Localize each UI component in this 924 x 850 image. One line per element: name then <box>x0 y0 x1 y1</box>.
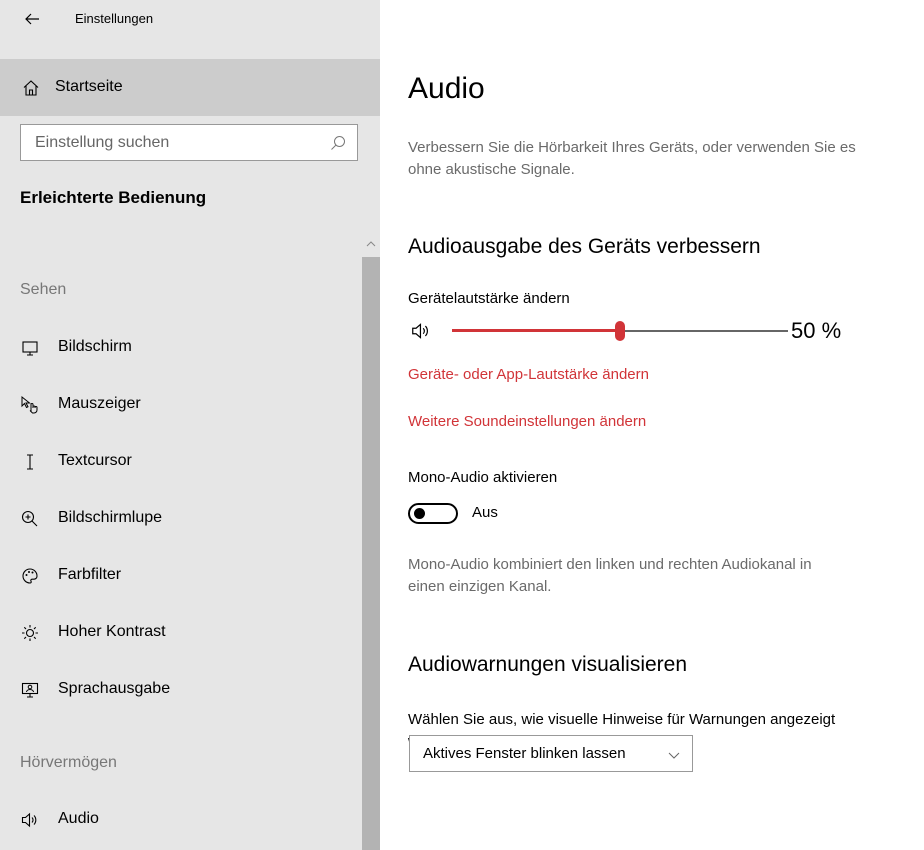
sidebar-item-label: Bildschirmlupe <box>58 509 163 526</box>
sidebar-item-label: Farbfilter <box>58 566 122 583</box>
mono-audio-note-line: Mono-Audio kombiniert den linken und rec… <box>408 556 812 573</box>
chevron-down-icon <box>668 749 680 761</box>
sidebar-item-mauszeiger[interactable]: Mauszeiger <box>0 383 360 427</box>
sidebar-scrollbar[interactable] <box>362 236 380 850</box>
sidebar-item-label: Bildschirm <box>58 338 132 355</box>
main-content: Audio Verbessern Sie die Hörbarkeit Ihre… <box>408 0 924 850</box>
speaker-icon <box>410 320 432 342</box>
sidebar-item-hoher-kontrast[interactable]: Hoher Kontrast <box>0 611 360 655</box>
mono-audio-note-line: einen einzigen Kanal. <box>408 578 552 595</box>
page-description-line: Verbessern Sie die Hörbarkeit Ihres Gerä… <box>408 139 856 156</box>
sidebar-item-home-label: Startseite <box>55 78 123 95</box>
group-label-hoervermoegen: Hörvermögen <box>20 754 117 771</box>
mono-audio-label: Mono-Audio aktivieren <box>408 469 558 486</box>
page-description: Verbessern Sie die Hörbarkeit Ihres Gerä… <box>408 137 924 181</box>
page-title: Audio <box>408 72 485 105</box>
dropdown-selected-value: Aktives Fenster blinken lassen <box>423 745 626 762</box>
mono-audio-state: Aus <box>472 504 498 521</box>
narrator-icon <box>20 680 40 700</box>
sidebar-item-bildschirm[interactable]: Bildschirm <box>0 326 360 370</box>
scroll-up-icon[interactable] <box>366 239 376 249</box>
text-cursor-icon <box>20 452 40 472</box>
sidebar-item-label: Mauszeiger <box>58 395 141 412</box>
magnifier-icon <box>20 509 40 529</box>
monitor-icon <box>20 338 40 358</box>
section-heading-audio-warnings: Audiowarnungen visualisieren <box>408 653 688 676</box>
sidebar-item-label: Sprachausgabe <box>58 680 171 697</box>
volume-slider[interactable] <box>452 321 788 341</box>
group-label-sehen: Sehen <box>20 281 67 298</box>
brightness-icon <box>20 623 40 643</box>
search-icon[interactable] <box>329 134 347 152</box>
sidebar-item-farbfilter[interactable]: Farbfilter <box>0 554 360 598</box>
sidebar-item-audio[interactable]: Audio <box>0 798 360 842</box>
search-input[interactable] <box>21 125 325 160</box>
sidebar-item-bildschirmlupe[interactable]: Bildschirmlupe <box>0 497 360 541</box>
page-description-line: ohne akustische Signale. <box>408 161 575 178</box>
mouse-pointer-icon <box>20 395 40 415</box>
sidebar-item-sprachausgabe[interactable]: Sprachausgabe <box>0 668 360 712</box>
scrollbar-thumb[interactable] <box>362 257 380 850</box>
toggle-knob <box>414 508 425 519</box>
volume-value: 50 % <box>791 318 842 343</box>
visual-alert-dropdown[interactable]: Aktives Fenster blinken lassen <box>409 735 693 772</box>
sidebar-item-label: Textcursor <box>58 452 132 469</box>
app-title: Einstellungen <box>75 11 154 26</box>
sidebar: Einstellungen Startseite Erleichterte Be… <box>0 0 380 850</box>
volume-label: Gerätelautstärke ändern <box>408 290 570 307</box>
sidebar-item-home[interactable]: Startseite <box>0 59 380 116</box>
home-icon <box>21 78 41 98</box>
mono-audio-toggle[interactable] <box>408 503 458 524</box>
section-heading-audio-output: Audioausgabe des Geräts verbessern <box>408 235 761 258</box>
sidebar-item-label: Audio <box>58 810 99 827</box>
sidebar-item-textcursor[interactable]: Textcursor <box>0 440 360 484</box>
title-bar: Einstellungen <box>0 0 380 40</box>
app-volume-link[interactable]: Geräte- oder App-Lautstärke ändern <box>408 366 649 383</box>
volume-slider-thumb[interactable] <box>615 321 625 341</box>
speaker-icon <box>20 810 40 830</box>
volume-slider-fill <box>452 329 620 332</box>
sound-settings-link[interactable]: Weitere Soundeinstellungen ändern <box>408 413 646 430</box>
mono-audio-note: Mono-Audio kombiniert den linken und rec… <box>408 554 918 598</box>
visual-hint-line: Wählen Sie aus, wie visuelle Hinweise fü… <box>408 711 836 728</box>
palette-icon <box>20 566 40 586</box>
sidebar-item-label: Hoher Kontrast <box>58 623 166 640</box>
sidebar-section-title: Erleichterte Bedienung <box>20 188 207 207</box>
search-box[interactable] <box>20 124 358 161</box>
back-arrow-icon[interactable] <box>22 9 42 29</box>
